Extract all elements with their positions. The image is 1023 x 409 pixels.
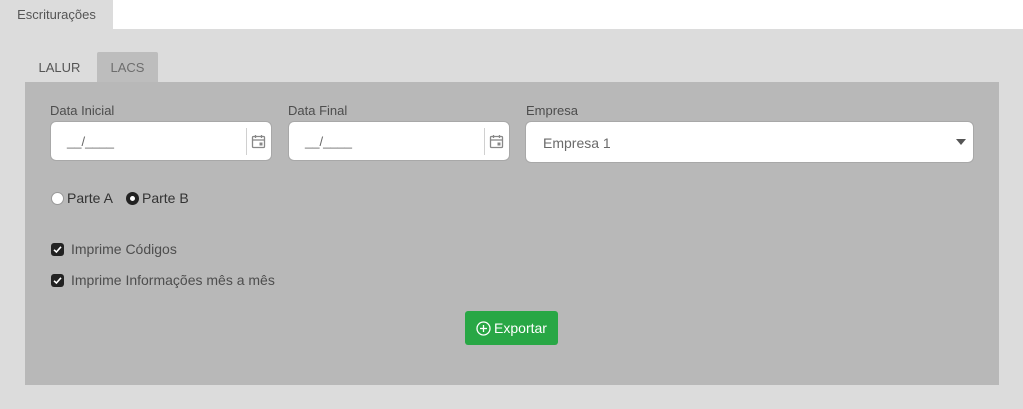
data-final-field[interactable]: __/____ (288, 121, 510, 161)
top-bar (0, 0, 1023, 29)
checkbox-imprime-codigos[interactable]: Imprime Códigos (51, 241, 177, 257)
radio-parte-b[interactable]: Parte B (126, 190, 189, 206)
field-divider (484, 128, 485, 155)
export-button-label: Exportar (494, 320, 547, 336)
calendar-icon[interactable] (489, 134, 504, 149)
radio-label: Parte B (142, 190, 189, 206)
checkbox-label: Imprime Códigos (71, 241, 177, 257)
empresa-value: Empresa 1 (543, 135, 611, 151)
checkbox-imprime-informacoes[interactable]: Imprime Informações mês a mês (51, 272, 275, 288)
field-divider (246, 128, 247, 155)
tab-escrituracoes[interactable]: Escriturações (0, 0, 113, 29)
calendar-icon[interactable] (251, 134, 266, 149)
checkbox[interactable] (51, 242, 64, 256)
radio-circle[interactable] (51, 191, 64, 205)
check-icon (53, 276, 62, 284)
radio-parte-a[interactable]: Parte A (51, 190, 113, 206)
empresa-label: Empresa (526, 103, 579, 118)
radio-label: Parte A (67, 190, 113, 206)
data-inicial-value: __/____ (67, 134, 114, 149)
empresa-select[interactable]: Empresa 1 (525, 121, 974, 163)
data-final-label: Data Final (288, 103, 348, 118)
checkbox[interactable] (51, 273, 64, 287)
tab-lalur[interactable]: LALUR (25, 52, 94, 82)
checkbox-label: Imprime Informações mês a mês (71, 272, 275, 288)
data-final-value: __/____ (305, 134, 352, 149)
data-inicial-label: Data Inicial (50, 103, 115, 118)
plus-circle-icon (476, 320, 491, 336)
check-icon (53, 245, 62, 253)
radio-circle[interactable] (126, 191, 139, 205)
tab-lacs[interactable]: LACS (97, 52, 158, 82)
data-inicial-field[interactable]: __/____ (50, 121, 272, 161)
export-button[interactable]: Exportar (465, 311, 558, 345)
caret-down-icon (956, 139, 966, 145)
